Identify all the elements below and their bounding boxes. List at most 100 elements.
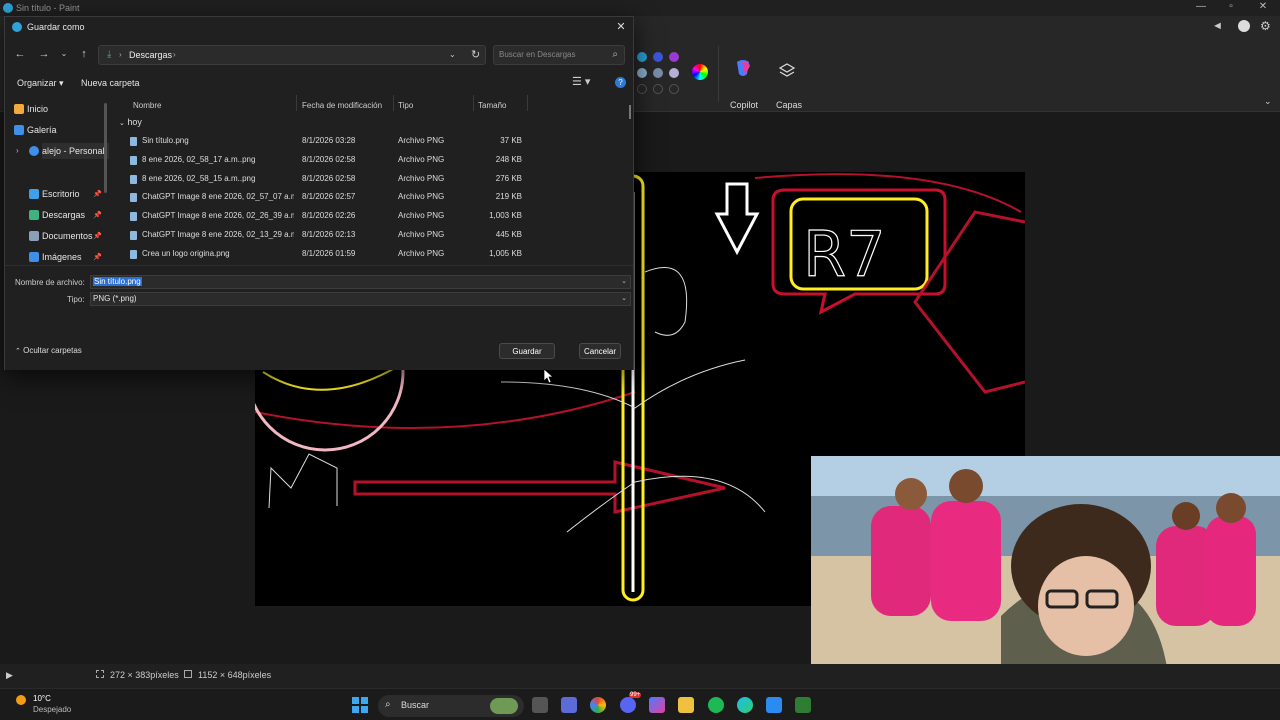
group-header[interactable]: ⌄ hoy	[119, 117, 142, 127]
share-icon[interactable]: ◄	[1212, 20, 1223, 32]
up-arrow-icon[interactable]: ↑	[77, 47, 91, 61]
chevron-down-icon[interactable]: ⌄	[621, 293, 627, 305]
pin-icon[interactable]: 📌	[93, 253, 102, 261]
windows-start-icon[interactable]	[352, 697, 368, 713]
file-size: 1,003 KB	[489, 211, 522, 220]
back-arrow-icon[interactable]: ←	[13, 47, 27, 61]
nav-item-escritorio[interactable]: Escritorio	[29, 186, 80, 202]
breadcrumb-chevron-icon: ›	[119, 50, 122, 59]
new-folder-button[interactable]: Nueva carpeta	[81, 78, 140, 88]
file-list: Nombre Fecha de modificación Tipo Tamaño…	[113, 95, 633, 263]
edge-icon[interactable]	[737, 697, 753, 713]
nav-label: Galería	[27, 125, 57, 135]
chevron-down-icon[interactable]: ⌄	[621, 276, 627, 288]
spotify-icon[interactable]	[708, 697, 724, 713]
pin-icon[interactable]: 📌	[93, 190, 102, 198]
file-date: 8/1/2026 02:58	[302, 155, 356, 164]
recent-chevron-icon[interactable]: ⌄	[57, 47, 71, 61]
color-picker-icon[interactable]	[692, 64, 708, 80]
download-icon	[29, 210, 39, 220]
app-icon[interactable]	[795, 697, 811, 713]
chevron-right-icon[interactable]: ›	[16, 143, 19, 159]
filetype-select[interactable]: PNG (*.png) ⌄	[90, 292, 631, 306]
column-header-modified[interactable]: Fecha de modificación	[302, 101, 382, 110]
search-input[interactable]: Buscar en Descargas ⌕	[493, 45, 625, 65]
nav-item-onedrive[interactable]: › alejo - Personal	[16, 143, 109, 159]
file-row[interactable]: Crea un logo origina.png 8/1/2026 01:59 …	[113, 245, 623, 263]
color-swatch[interactable]	[669, 52, 679, 62]
nav-item-galeria[interactable]: Galería	[14, 122, 57, 138]
filename-input[interactable]: Sin título.png ⌄	[90, 275, 631, 289]
minimize-icon[interactable]: —	[1186, 1, 1216, 12]
column-header-name[interactable]: Nombre	[133, 101, 161, 110]
color-swatch[interactable]	[637, 52, 647, 62]
cancel-button[interactable]: Cancelar	[579, 343, 621, 359]
dialog-titlebar[interactable]: Guardar como ✕	[5, 17, 633, 37]
color-swatch[interactable]	[653, 52, 663, 62]
color-swatch[interactable]	[653, 84, 663, 94]
view-options-icon[interactable]: ☰ ▾	[572, 75, 590, 88]
forward-arrow-icon[interactable]: →	[37, 47, 51, 61]
file-row[interactable]: 8 ene 2026, 02_58_15 a.m..png 8/1/2026 0…	[113, 170, 623, 188]
settings-gear-icon[interactable]: ⚙	[1260, 19, 1271, 33]
chevron-down-icon[interactable]: ⌄	[1264, 96, 1272, 107]
layers-label[interactable]: Capas	[776, 100, 802, 110]
close-icon[interactable]: ✕	[613, 19, 629, 35]
copilot-taskbar-icon[interactable]	[649, 697, 665, 713]
column-header-type[interactable]: Tipo	[398, 101, 413, 110]
file-row[interactable]: ChatGPT Image 8 ene 2026, 02_26_39 a.m..…	[113, 207, 623, 225]
address-bar[interactable]: ⤓ › Descargas › ⌄ ↻	[98, 45, 486, 65]
nav-item-descargas[interactable]: Descargas	[29, 207, 85, 223]
pin-icon[interactable]: 📌	[93, 232, 102, 240]
file-row[interactable]: Sin título.png 8/1/2026 03:28 Archivo PN…	[113, 132, 623, 150]
color-swatch[interactable]	[669, 84, 679, 94]
refresh-icon[interactable]: ↻	[471, 48, 480, 61]
column-header-size[interactable]: Tamaño	[478, 101, 506, 110]
nav-item-documentos[interactable]: Documentos	[29, 228, 93, 244]
color-swatch[interactable]	[653, 68, 663, 78]
maximize-icon[interactable]: ▫	[1216, 1, 1246, 12]
weather-temp[interactable]: 10°C	[33, 694, 51, 703]
paint-window-title: Sin título - Paint	[16, 3, 80, 13]
file-row[interactable]: 8 ene 2026, 02_58_17 a.m..png 8/1/2026 0…	[113, 151, 623, 169]
hide-folders-toggle[interactable]: ⌃ Ocultar carpetas	[15, 346, 82, 355]
task-view-icon[interactable]	[532, 697, 548, 713]
chevron-up-icon: ⌃	[15, 348, 21, 355]
file-name: ChatGPT Image 8 ene 2026, 02_57_07 a.m..…	[142, 192, 294, 201]
pin-icon[interactable]: 📌	[93, 211, 102, 219]
nav-item-inicio[interactable]: Inicio	[14, 101, 48, 117]
taskbar-search-label: Buscar	[401, 700, 430, 710]
file-row[interactable]: ChatGPT Image 8 ene 2026, 02_13_29 a.m..…	[113, 226, 623, 244]
account-avatar[interactable]	[1238, 20, 1250, 32]
weather-icon[interactable]	[16, 695, 26, 705]
mouse-cursor-icon	[544, 369, 554, 383]
search-icon: ⌕	[612, 49, 618, 60]
nav-item-imagenes[interactable]: Imágenes	[29, 249, 82, 265]
dialog-title: Guardar como	[27, 22, 85, 32]
widgets-icon[interactable]	[561, 697, 577, 713]
chrome-icon[interactable]	[590, 697, 606, 713]
breadcrumb-folder[interactable]: Descargas	[129, 50, 172, 60]
nav-scrollbar[interactable]	[104, 103, 107, 193]
chevron-down-icon[interactable]: ⌄	[449, 50, 456, 59]
color-swatch[interactable]	[669, 68, 679, 78]
file-date: 8/1/2026 03:28	[302, 136, 356, 145]
file-size: 445 KB	[495, 230, 522, 239]
copilot-label[interactable]: Copilot	[730, 100, 758, 110]
layers-icon[interactable]	[778, 62, 796, 80]
store-icon[interactable]	[766, 697, 782, 713]
discord-icon[interactable]	[620, 697, 636, 713]
color-swatch[interactable]	[637, 68, 647, 78]
weather-desc[interactable]: Despejado	[33, 705, 71, 714]
copilot-icon[interactable]	[733, 58, 753, 78]
file-row[interactable]: ChatGPT Image 8 ene 2026, 02_57_07 a.m..…	[113, 188, 623, 206]
help-icon[interactable]: ?	[615, 77, 626, 88]
organize-button[interactable]: Organizar ▾	[17, 78, 64, 89]
close-icon[interactable]: ✕	[1248, 1, 1278, 12]
taskbar-search[interactable]: ⌕ Buscar	[378, 695, 524, 717]
search-highlight-icon	[490, 698, 518, 714]
save-button[interactable]: Guardar	[499, 343, 555, 359]
file-list-scrollbar[interactable]	[629, 105, 631, 119]
color-swatch[interactable]	[637, 84, 647, 94]
file-explorer-icon[interactable]	[678, 697, 694, 713]
